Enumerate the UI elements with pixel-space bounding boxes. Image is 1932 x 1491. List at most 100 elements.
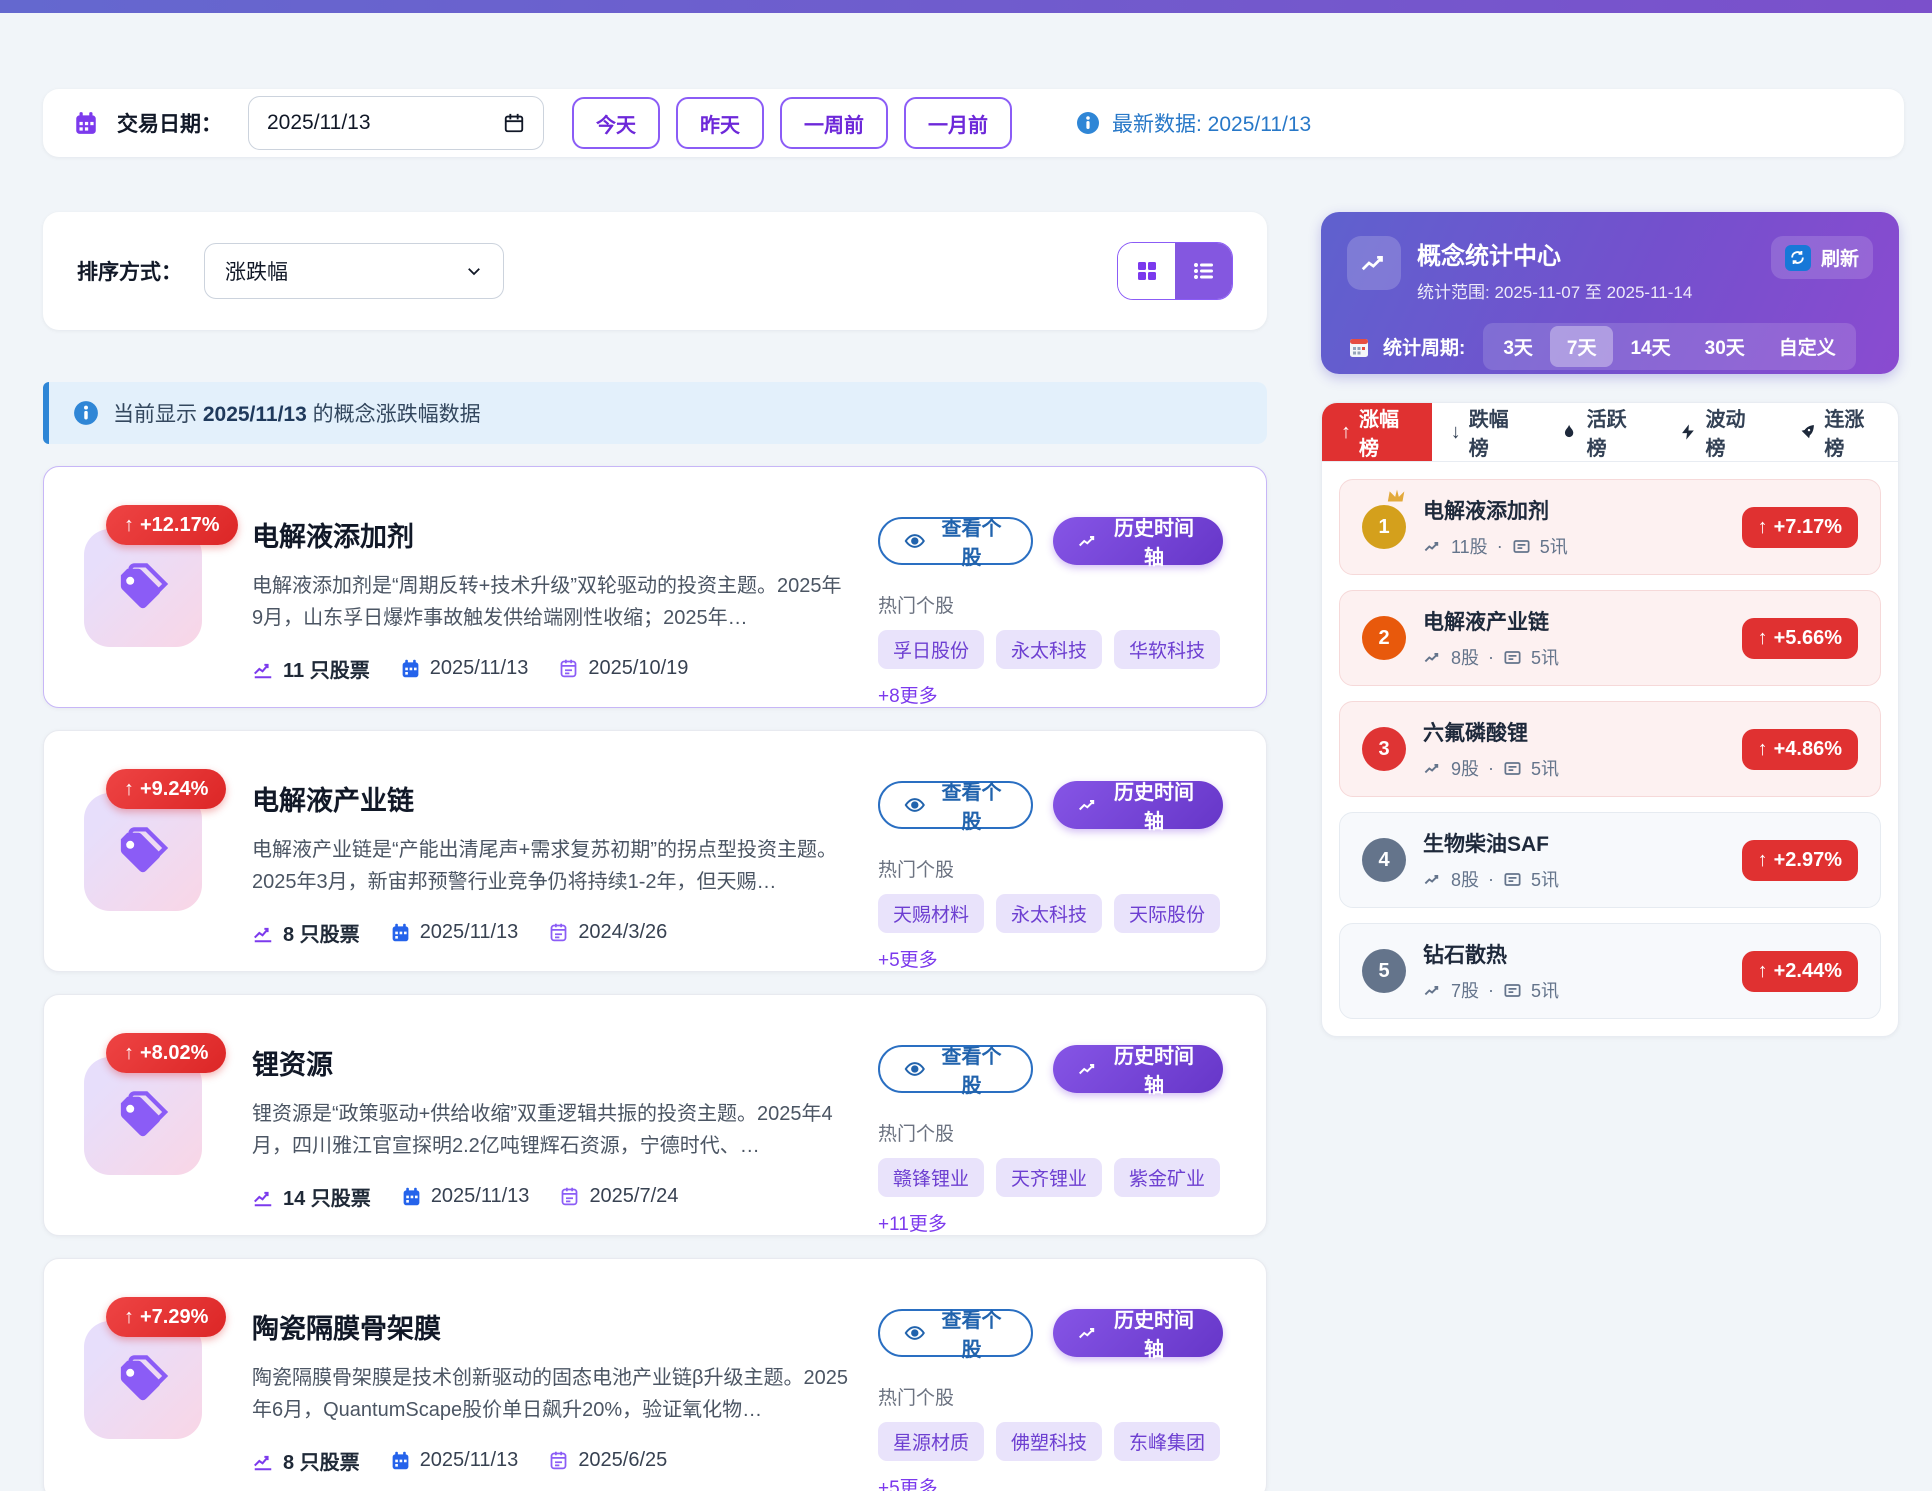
date-value: 2025/11/13 — [267, 111, 371, 135]
sort-select[interactable]: 涨跌幅 — [204, 243, 504, 299]
stock-tag[interactable]: 佛塑科技 — [996, 1422, 1102, 1461]
concept-title: 锂资源 — [252, 1043, 852, 1082]
period-7d[interactable]: 7天 — [1550, 326, 1614, 367]
rank-title: 生物柴油SAF — [1423, 828, 1742, 858]
rank-meta: 8股· 5讯 — [1423, 866, 1742, 892]
stock-tag[interactable]: 天齐锂业 — [996, 1158, 1102, 1197]
more-stocks-link[interactable]: +5更多 — [878, 945, 938, 972]
info-icon — [1076, 111, 1100, 135]
list-icon — [1192, 259, 1216, 283]
hot-stocks-label: 热门个股 — [878, 1383, 1223, 1410]
history-timeline-button[interactable]: 历史时间轴 — [1053, 1309, 1223, 1357]
more-stocks-link[interactable]: +8更多 — [878, 681, 938, 708]
tab-gainers[interactable]: ↑涨幅榜 — [1322, 403, 1432, 461]
flame-icon — [1560, 422, 1578, 442]
concept-description: 电解液产业链是“产能出清尾声+需求复苏初期”的拐点型投资主题。2025年3月，新… — [252, 834, 852, 898]
rank-meta: 11股· 5讯 — [1423, 533, 1742, 559]
stats-column: 概念统计中心 统计范围: 2025-11-07 至 2025-11-14 刷新 — [1321, 212, 1899, 1037]
concept-list-column: 排序方式： 涨跌幅 — [43, 212, 1267, 1491]
rank-badge: 5 — [1362, 949, 1406, 993]
view-stocks-button[interactable]: 查看个股 — [878, 517, 1033, 565]
stock-tag[interactable]: 永太科技 — [996, 630, 1102, 669]
ranking-item[interactable]: 3 六氟磷酸锂 9股· 5讯 ↑+4.86% — [1339, 701, 1881, 797]
history-timeline-button[interactable]: 历史时间轴 — [1053, 781, 1223, 829]
grid-view-button[interactable] — [1118, 243, 1175, 299]
yesterday-button[interactable]: 昨天 — [676, 97, 764, 149]
date-input[interactable]: 2025/11/13 — [248, 96, 544, 150]
concept-tag-icon — [84, 793, 202, 911]
current-data-banner: 当前显示 2025/11/13 的概念涨跌幅数据 — [43, 382, 1267, 444]
refresh-button[interactable]: 刷新 — [1771, 236, 1873, 279]
rank-change-pill: ↑+5.66% — [1742, 618, 1858, 659]
concept-card: ↑+12.17% 电解液添加剂 电解液添加剂是“周期反转+技术升级”双轮驱动的投… — [43, 466, 1267, 708]
stock-tag[interactable]: 星源材质 — [878, 1422, 984, 1461]
period-3d[interactable]: 3天 — [1486, 326, 1550, 367]
eye-icon — [904, 793, 926, 817]
tab-streak[interactable]: 连涨榜 — [1779, 403, 1898, 461]
eye-icon — [904, 1321, 926, 1345]
concept-meta: 11 只股票 2025/11/13 2025/10/19 — [252, 654, 852, 683]
ranking-item[interactable]: 1 电解液添加剂 11股· 5讯 ↑+7.17% — [1339, 479, 1881, 575]
more-stocks-link[interactable]: +5更多 — [878, 1473, 938, 1491]
ranking-panel: ↑涨幅榜 ↓跌幅榜 活跃榜 波动榜 连涨榜 — [1321, 402, 1899, 1037]
rank-title: 电解液产业链 — [1423, 606, 1742, 636]
period-calendar-icon — [1347, 335, 1371, 359]
concept-card: ↑+8.02% 锂资源 锂资源是“政策驱动+供给收缩”双重逻辑共振的投资主题。2… — [43, 994, 1267, 1236]
stock-tag[interactable]: 紫金矿业 — [1114, 1158, 1220, 1197]
latest-data-text: 最新数据: 2025/11/13 — [1112, 108, 1311, 138]
stock-tag[interactable]: 天际股份 — [1114, 894, 1220, 933]
period-30d[interactable]: 30天 — [1688, 326, 1762, 367]
stats-chart-icon — [1347, 236, 1401, 290]
period-custom[interactable]: 自定义 — [1762, 326, 1853, 367]
month-ago-button[interactable]: 一月前 — [904, 97, 1012, 149]
hot-stocks-label: 热门个股 — [878, 855, 1223, 882]
stock-tag[interactable]: 天赐材料 — [878, 894, 984, 933]
rank-badge: 1 — [1362, 505, 1406, 549]
view-stocks-button[interactable]: 查看个股 — [878, 1045, 1033, 1093]
hot-stocks-label: 热门个股 — [878, 591, 1223, 618]
tab-volatility[interactable]: 波动榜 — [1660, 403, 1779, 461]
rank-change-pill: ↑+2.97% — [1742, 840, 1858, 881]
rank-change-pill: ↑+7.17% — [1742, 507, 1858, 548]
rank-title: 钻石散热 — [1423, 939, 1742, 969]
concept-meta: 14 只股票 2025/11/13 2025/7/24 — [252, 1182, 852, 1211]
history-timeline-button[interactable]: 历史时间轴 — [1053, 517, 1223, 565]
rank-meta: 7股· 5讯 — [1423, 977, 1742, 1003]
ranking-item[interactable]: 2 电解液产业链 8股· 5讯 ↑+5.66% — [1339, 590, 1881, 686]
week-ago-button[interactable]: 一周前 — [780, 97, 888, 149]
concept-title: 电解液添加剂 — [252, 515, 852, 554]
hot-stock-tags: 孚日股份 永太科技 华软科技 +8更多 — [878, 630, 1223, 708]
period-14d[interactable]: 14天 — [1613, 326, 1687, 367]
stock-tag[interactable]: 赣锋锂业 — [878, 1158, 984, 1197]
concept-description: 陶瓷隔膜骨架膜是技术创新驱动的固态电池产业链β升级主题。2025年6月，Quan… — [252, 1362, 852, 1426]
rank-meta: 8股· 5讯 — [1423, 644, 1742, 670]
calendar-icon — [390, 922, 411, 943]
history-timeline-button[interactable]: 历史时间轴 — [1053, 1045, 1223, 1093]
concept-title: 电解液产业链 — [252, 779, 852, 818]
tab-active[interactable]: 活跃榜 — [1541, 403, 1660, 461]
view-stocks-button[interactable]: 查看个股 — [878, 781, 1033, 829]
concept-card: ↑+7.29% 陶瓷隔膜骨架膜 陶瓷隔膜骨架膜是技术创新驱动的固态电池产业链β升… — [43, 1258, 1267, 1491]
list-view-button[interactable] — [1175, 243, 1232, 299]
stock-tag[interactable]: 孚日股份 — [878, 630, 984, 669]
tab-losers[interactable]: ↓跌幅榜 — [1432, 403, 1542, 461]
view-stocks-button[interactable]: 查看个股 — [878, 1309, 1033, 1357]
concept-description: 电解液添加剂是“周期反转+技术升级”双轮驱动的投资主题。2025年9月，山东孚日… — [252, 570, 852, 634]
mini-chart-icon — [1423, 759, 1442, 778]
latest-data-info: 最新数据: 2025/11/13 — [1076, 108, 1311, 138]
date-picker-icon[interactable] — [503, 112, 525, 134]
more-stocks-link[interactable]: +11更多 — [878, 1209, 947, 1236]
stock-tag[interactable]: 华软科技 — [1114, 630, 1220, 669]
clipboard-date-icon — [548, 922, 569, 943]
stock-tag[interactable]: 永太科技 — [996, 894, 1102, 933]
rank-change-pill: ↑+2.44% — [1742, 951, 1858, 992]
trade-date-label: 交易日期： — [117, 108, 222, 138]
ranking-item[interactable]: 4 生物柴油SAF 8股· 5讯 ↑+2.97% — [1339, 812, 1881, 908]
ranking-item[interactable]: 5 钻石散热 7股· 5讯 ↑+2.44% — [1339, 923, 1881, 1019]
today-button[interactable]: 今天 — [572, 97, 660, 149]
calendar-icon — [73, 110, 99, 136]
stock-tag[interactable]: 东峰集团 — [1114, 1422, 1220, 1461]
change-badge: ↑+7.29% — [106, 1297, 226, 1337]
up-arrow-icon: ↑ — [124, 1042, 134, 1065]
timeline-chart-icon — [1077, 793, 1099, 817]
